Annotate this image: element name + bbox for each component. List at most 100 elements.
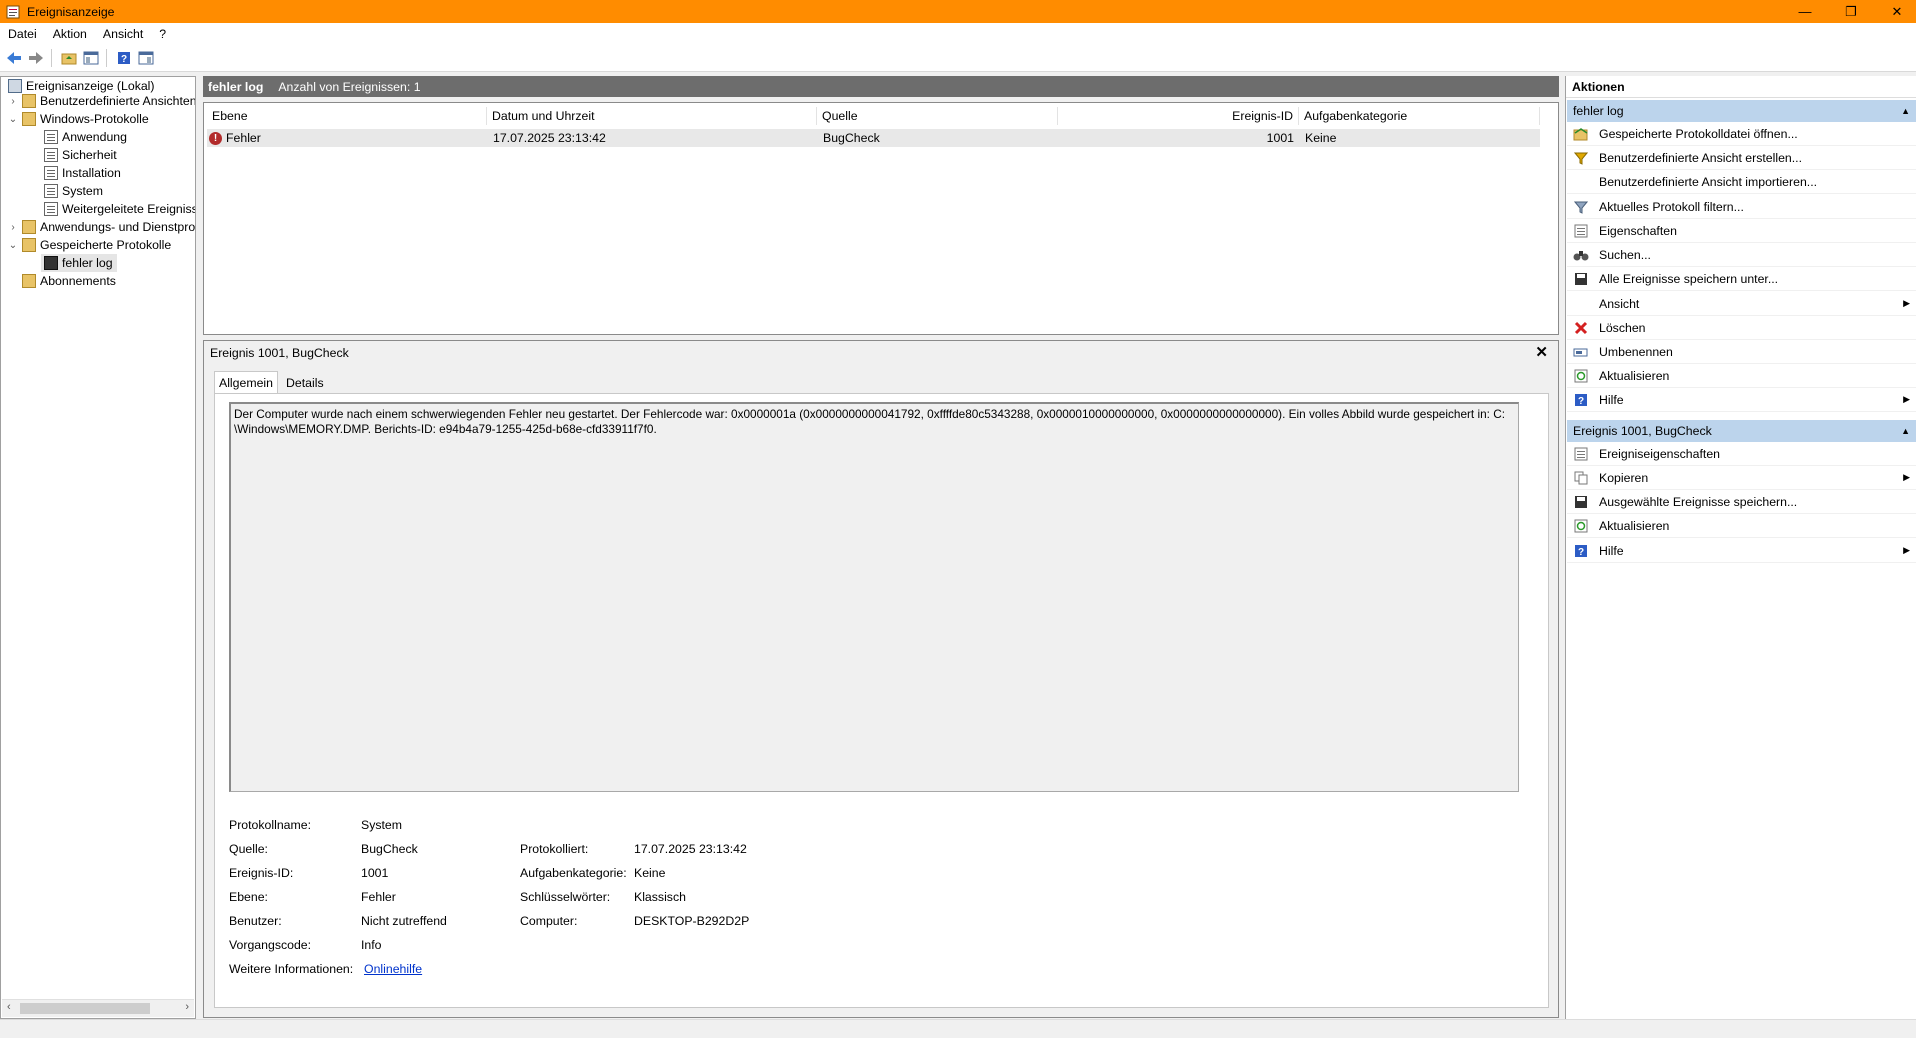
close-button[interactable]: ✕: [1874, 0, 1916, 23]
folder-up-icon: [61, 53, 77, 65]
log-name: fehler log: [208, 79, 264, 94]
back-button[interactable]: [4, 48, 24, 68]
action-copy[interactable]: Kopieren ▶: [1567, 466, 1916, 490]
tree-node-app-service-logs[interactable]: › Anwendungs- und Dienstprotokolle: [7, 218, 195, 236]
svg-text:?: ?: [1578, 396, 1584, 407]
action-refresh[interactable]: Aktualisieren: [1567, 364, 1916, 388]
action-save-all-events[interactable]: Alle Ereignisse speichern unter...: [1567, 267, 1916, 291]
help-button[interactable]: ?: [114, 48, 134, 68]
tree-node-saved-logs[interactable]: ⌄ Gespeicherte Protokolle: [7, 236, 171, 254]
show-hide-action-pane-button[interactable]: [136, 48, 156, 68]
detail-close-button[interactable]: ✕: [1535, 343, 1548, 361]
actions-pane: Aktionen fehler log ▲ Gespeicherte Proto…: [1565, 76, 1916, 1019]
tree-node-custom-views[interactable]: › Benutzerdefinierte Ansichten: [7, 92, 195, 110]
column-header-ebene[interactable]: Ebene: [207, 107, 487, 125]
action-label: Aktualisieren: [1599, 518, 1670, 533]
menu-datei[interactable]: Datei: [0, 27, 45, 41]
folder-icon: [22, 238, 36, 252]
collapse-icon[interactable]: ▲: [1901, 106, 1910, 116]
action-label: Ausgewählte Ereignisse speichern...: [1599, 494, 1798, 509]
action-pane-icon: [138, 51, 154, 65]
cell-event-id: 1001: [1266, 131, 1294, 145]
tree-node-forwarded-events[interactable]: Weitergeleitete Ereignisse: [41, 200, 195, 218]
message-line: \Windows\MEMORY.DMP. Berichts-ID: e94b4a…: [234, 422, 657, 436]
save-icon: [1573, 271, 1589, 287]
field-label-ereignis-id: Ereignis-ID:: [229, 866, 294, 880]
action-view[interactable]: Ansicht ▶: [1567, 292, 1916, 316]
action-label: Benutzerdefinierte Ansicht importieren..…: [1599, 174, 1818, 189]
minimize-button[interactable]: —: [1782, 0, 1828, 23]
tree-node-windows-logs[interactable]: ⌄ Windows-Protokolle: [7, 110, 149, 128]
action-help-event[interactable]: ? Hilfe ▶: [1567, 539, 1916, 563]
tree-node-subscriptions[interactable]: Abonnements: [19, 272, 116, 290]
column-header-datum[interactable]: Datum und Uhrzeit: [487, 107, 817, 125]
tree-label: Installation: [62, 166, 121, 180]
tree-node-fehler-log[interactable]: fehler log: [41, 254, 117, 272]
action-help[interactable]: ? Hilfe ▶: [1567, 388, 1916, 412]
submenu-arrow-icon: ▶: [1903, 472, 1910, 482]
action-import-custom-view[interactable]: Benutzerdefinierte Ansicht importieren..…: [1567, 170, 1916, 194]
up-folder-button[interactable]: [59, 48, 79, 68]
online-help-link[interactable]: Onlinehilfe: [364, 962, 422, 976]
tree-label: fehler log: [62, 256, 113, 270]
column-header-aufgabenkategorie[interactable]: Aufgabenkategorie: [1299, 107, 1540, 125]
action-open-saved-log[interactable]: Gespeicherte Protokolldatei öffnen...: [1567, 122, 1916, 146]
action-save-selected-events[interactable]: Ausgewählte Ereignisse speichern...: [1567, 490, 1916, 514]
restore-button[interactable]: ❐: [1828, 0, 1874, 23]
tab-allgemein[interactable]: Allgemein: [214, 371, 278, 393]
tree-label: System: [62, 184, 103, 198]
action-filter-log[interactable]: Aktuelles Protokoll filtern...: [1567, 195, 1916, 219]
action-delete[interactable]: Löschen: [1567, 316, 1916, 340]
chevron-right-icon[interactable]: ›: [7, 222, 19, 233]
tree-node-system[interactable]: System: [41, 182, 103, 200]
tree-node-installation[interactable]: Installation: [41, 164, 121, 182]
action-rename[interactable]: Umbenennen: [1567, 340, 1916, 364]
menu-aktion[interactable]: Aktion: [45, 27, 95, 41]
chevron-right-icon[interactable]: ›: [7, 96, 19, 107]
menu-help[interactable]: ?: [151, 27, 174, 41]
tree-horizontal-scrollbar[interactable]: ‹ ›: [2, 999, 194, 1017]
menu-bar: Datei Aktion Ansicht ?: [0, 23, 1916, 45]
field-label-quelle: Quelle:: [229, 842, 268, 856]
rename-icon: [1573, 344, 1589, 360]
collapse-icon[interactable]: ▲: [1901, 426, 1910, 436]
action-event-properties[interactable]: Ereigniseigenschaften: [1567, 442, 1916, 466]
actions-section-event[interactable]: Ereignis 1001, BugCheck ▲: [1567, 420, 1916, 442]
field-value-protokolliert: 17.07.2025 23:13:42: [634, 842, 747, 856]
properties-icon: [1573, 223, 1589, 239]
field-value-benutzer: Nicht zutreffend: [361, 914, 447, 928]
chevron-down-icon[interactable]: ⌄: [7, 240, 19, 251]
minimize-icon: —: [1798, 4, 1812, 19]
scroll-right-icon[interactable]: ›: [185, 1001, 189, 1013]
event-message[interactable]: Der Computer wurde nach einem schwerwieg…: [229, 402, 1519, 792]
scrollbar-thumb[interactable]: [20, 1003, 150, 1014]
action-properties[interactable]: Eigenschaften: [1567, 219, 1916, 243]
saved-log-icon: [44, 256, 58, 270]
column-header-quelle[interactable]: Quelle: [817, 107, 1058, 125]
tab-panel-allgemein: Der Computer wurde nach einem schwerwieg…: [214, 393, 1549, 1008]
action-label: Aktualisieren: [1599, 368, 1670, 383]
show-hide-console-tree-button[interactable]: [81, 48, 101, 68]
tree-node-anwendung[interactable]: Anwendung: [41, 128, 127, 146]
binoculars-icon: [1573, 247, 1589, 263]
action-create-custom-view[interactable]: Benutzerdefinierte Ansicht erstellen...: [1567, 146, 1916, 170]
field-value-vorgangscode: Info: [361, 938, 382, 952]
column-header-ereignis-id[interactable]: Ereignis-ID: [1058, 107, 1299, 125]
field-value-quelle: BugCheck: [361, 842, 418, 856]
action-refresh-event[interactable]: Aktualisieren: [1567, 514, 1916, 538]
field-label-vorgangscode: Vorgangscode:: [229, 938, 312, 952]
actions-section-log[interactable]: fehler log ▲: [1567, 100, 1916, 122]
table-row[interactable]: ! Fehler 17.07.2025 23:13:42 BugCheck 10…: [207, 129, 1540, 147]
scroll-left-icon[interactable]: ‹: [7, 1001, 11, 1013]
forward-button[interactable]: [26, 48, 46, 68]
tree-node-sicherheit[interactable]: Sicherheit: [41, 146, 117, 164]
tab-details[interactable]: Details: [282, 373, 328, 393]
action-label: Ereigniseigenschaften: [1599, 446, 1720, 461]
menu-ansicht[interactable]: Ansicht: [95, 27, 151, 41]
tree-label: Sicherheit: [62, 148, 117, 162]
chevron-down-icon[interactable]: ⌄: [7, 114, 19, 125]
help-icon: ?: [118, 52, 130, 65]
action-search[interactable]: Suchen...: [1567, 243, 1916, 267]
blank-icon: [1573, 174, 1589, 190]
field-value-computer: DESKTOP-B292D2P: [634, 914, 750, 928]
